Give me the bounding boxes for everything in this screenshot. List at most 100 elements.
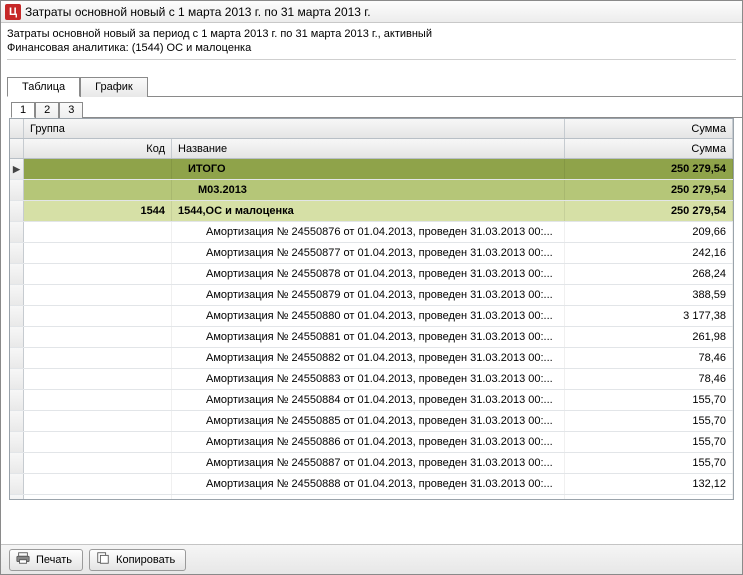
table-row[interactable]: Амортизация № 24550887 от 01.04.2013, пр… — [10, 453, 733, 474]
print-label: Печать — [36, 554, 72, 566]
cell-sum: 78,46 — [565, 369, 733, 389]
table-row[interactable]: Амортизация № 24550877 от 01.04.2013, пр… — [10, 243, 733, 264]
cell-code — [24, 411, 172, 431]
cell-sum: 242,16 — [565, 243, 733, 263]
footer-toolbar: Печать Копировать — [1, 544, 742, 574]
cell-name: Амортизация № 24550889 от 01.04.2013, пр… — [172, 495, 565, 499]
cell-sum: 250 279,54 — [565, 159, 733, 179]
grid-body[interactable]: ▶ИТОГО250 279,54М03.2013250 279,54154415… — [10, 159, 733, 499]
cell-code — [24, 264, 172, 284]
grid-header-sub: Код Название Сумма — [10, 139, 733, 159]
table-row[interactable]: Амортизация № 24550876 от 01.04.2013, пр… — [10, 222, 733, 243]
summary-row[interactable]: М03.2013250 279,54 — [10, 180, 733, 201]
cell-name: Амортизация № 24550884 от 01.04.2013, пр… — [172, 390, 565, 410]
data-grid: Группа Сумма Код Название Сумма ▶ИТОГО25… — [9, 118, 734, 500]
row-selector-header — [10, 119, 24, 138]
cell-code — [24, 348, 172, 368]
row-selector[interactable] — [10, 222, 24, 242]
table-row[interactable]: Амортизация № 24550880 от 01.04.2013, пр… — [10, 306, 733, 327]
cell-name: М03.2013 — [172, 180, 565, 200]
cell-name: Амортизация № 24550888 от 01.04.2013, пр… — [172, 474, 565, 494]
cell-name: 1544,ОС и малоценка — [172, 201, 565, 221]
table-row[interactable]: Амортизация № 24550881 от 01.04.2013, пр… — [10, 327, 733, 348]
table-row[interactable]: Амортизация № 24550878 от 01.04.2013, пр… — [10, 264, 733, 285]
cell-code — [24, 327, 172, 347]
table-row[interactable]: Амортизация № 24550883 от 01.04.2013, пр… — [10, 369, 733, 390]
summary-row[interactable]: 15441544,ОС и малоценка250 279,54 — [10, 201, 733, 222]
row-selector[interactable] — [10, 369, 24, 389]
cell-name: ИТОГО — [172, 159, 565, 179]
col-header-code[interactable]: Код — [24, 139, 172, 158]
row-selector[interactable] — [10, 453, 24, 473]
table-row[interactable]: Амортизация № 24550886 от 01.04.2013, пр… — [10, 432, 733, 453]
cell-sum: 250 279,54 — [565, 180, 733, 200]
col-header-group[interactable]: Группа — [24, 119, 565, 138]
row-selector[interactable] — [10, 306, 24, 326]
row-selector[interactable] — [10, 495, 24, 499]
table-row[interactable]: Амортизация № 24550889 от 01.04.2013, пр… — [10, 495, 733, 499]
cell-code — [24, 243, 172, 263]
tab-график[interactable]: График — [80, 77, 148, 97]
info-line-2: Финансовая аналитика: (1544) ОС и малоце… — [7, 41, 736, 55]
row-selector[interactable] — [10, 180, 24, 200]
col-header-sum[interactable]: Сумма — [565, 139, 733, 158]
cell-code — [24, 180, 172, 200]
row-selector[interactable]: ▶ — [10, 159, 24, 179]
subtab-2[interactable]: 2 — [35, 102, 59, 118]
cell-sum: 155,70 — [565, 411, 733, 431]
info-line-1: Затраты основной новый за период с 1 мар… — [7, 27, 736, 41]
cell-name: Амортизация № 24550877 от 01.04.2013, пр… — [172, 243, 565, 263]
row-selector[interactable] — [10, 411, 24, 431]
cell-sum: 250 279,54 — [565, 201, 733, 221]
table-row[interactable]: Амортизация № 24550882 от 01.04.2013, пр… — [10, 348, 733, 369]
info-panel: Затраты основной новый за период с 1 мар… — [1, 23, 742, 62]
cell-sum: 388,59 — [565, 285, 733, 305]
row-selector[interactable] — [10, 264, 24, 284]
row-selector[interactable] — [10, 243, 24, 263]
cell-code — [24, 432, 172, 452]
row-selector[interactable] — [10, 474, 24, 494]
tab-таблица[interactable]: Таблица — [7, 77, 80, 97]
table-row[interactable]: Амортизация № 24550884 от 01.04.2013, пр… — [10, 390, 733, 411]
cell-name: Амортизация № 24550878 от 01.04.2013, пр… — [172, 264, 565, 284]
col-header-name[interactable]: Название — [172, 139, 565, 158]
cell-code — [24, 495, 172, 499]
app-icon: Ц — [5, 4, 21, 20]
printer-icon — [16, 551, 30, 568]
table-row[interactable]: Амортизация № 24550888 от 01.04.2013, пр… — [10, 474, 733, 495]
titlebar: Ц Затраты основной новый с 1 марта 2013 … — [1, 1, 742, 23]
summary-row[interactable]: ▶ ИТОГО250 279,54 — [10, 159, 733, 180]
print-button[interactable]: Печать — [9, 549, 83, 571]
cell-name: Амортизация № 24550887 от 01.04.2013, пр… — [172, 453, 565, 473]
row-selector[interactable] — [10, 432, 24, 452]
row-selector[interactable] — [10, 327, 24, 347]
cell-code — [24, 222, 172, 242]
copy-label: Копировать — [116, 554, 175, 566]
divider — [7, 59, 736, 60]
cell-sum: 155,70 — [565, 453, 733, 473]
cell-code — [24, 453, 172, 473]
subtab-1[interactable]: 1 — [11, 102, 35, 118]
copy-button[interactable]: Копировать — [89, 549, 186, 571]
cell-code: 1544 — [24, 201, 172, 221]
table-row[interactable]: Амортизация № 24550885 от 01.04.2013, пр… — [10, 411, 733, 432]
cell-name: Амортизация № 24550880 от 01.04.2013, пр… — [172, 306, 565, 326]
col-header-sum-top[interactable]: Сумма — [565, 119, 733, 138]
cell-name: Амортизация № 24550882 от 01.04.2013, пр… — [172, 348, 565, 368]
row-selector[interactable] — [10, 201, 24, 221]
cell-code — [24, 474, 172, 494]
row-selector[interactable] — [10, 390, 24, 410]
row-selector[interactable] — [10, 348, 24, 368]
subtab-3[interactable]: 3 — [59, 102, 83, 118]
cell-name: Амортизация № 24550881 от 01.04.2013, пр… — [172, 327, 565, 347]
cell-sum: 155,70 — [565, 390, 733, 410]
table-row[interactable]: Амортизация № 24550879 от 01.04.2013, пр… — [10, 285, 733, 306]
row-selector-header — [10, 139, 24, 158]
cell-sum: 261,98 — [565, 327, 733, 347]
row-selector[interactable] — [10, 285, 24, 305]
cell-sum: 78,46 — [565, 348, 733, 368]
cell-name: Амортизация № 24550883 от 01.04.2013, пр… — [172, 369, 565, 389]
cell-code — [24, 369, 172, 389]
cell-code — [24, 159, 172, 179]
cell-sum: 155,70 — [565, 432, 733, 452]
